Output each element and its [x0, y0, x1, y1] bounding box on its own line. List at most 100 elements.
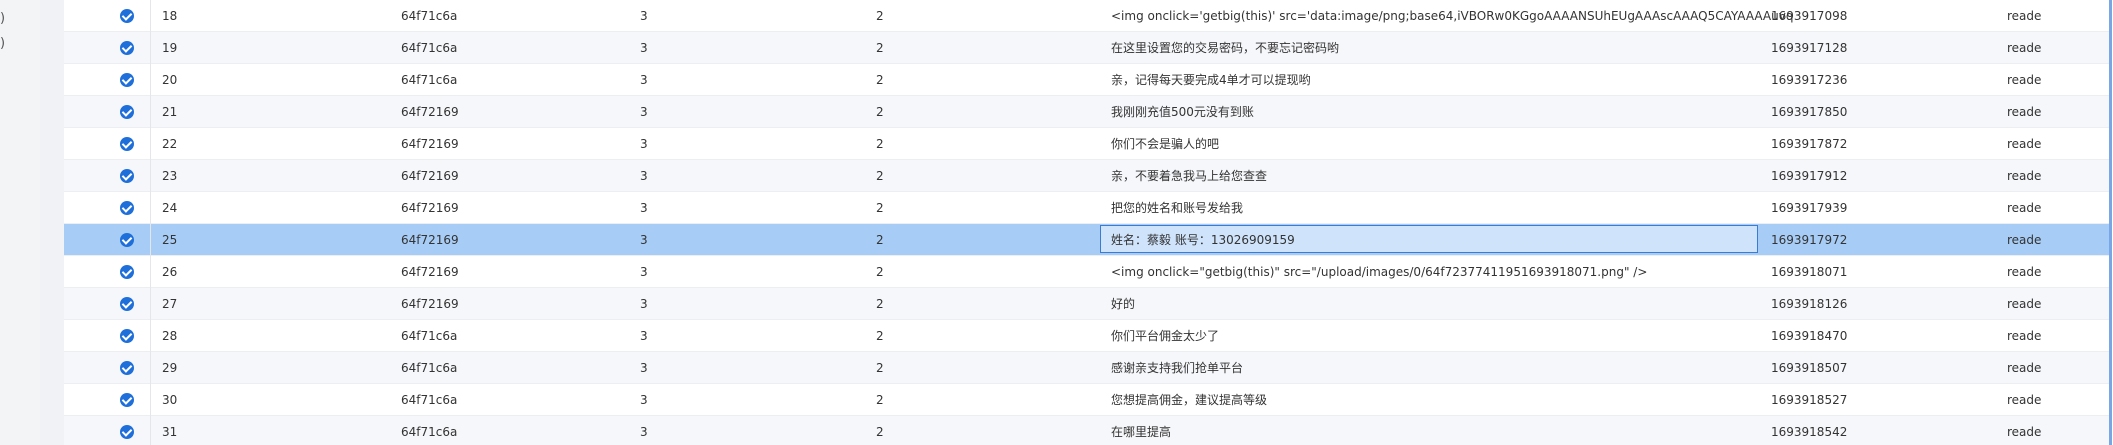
user-id-cell[interactable]: 64f71c6a [401, 64, 601, 96]
flag-cell[interactable]: 2 [876, 224, 976, 256]
timestamp-cell[interactable]: 1693917912 [1771, 160, 1911, 192]
row-select-cell[interactable] [64, 320, 151, 352]
table-row[interactable]: 29 64f71c6a 3 2 感谢亲支持我们抢单平台 1693918507 reade [64, 352, 2109, 384]
user-id-cell[interactable]: 64f72169 [401, 128, 601, 160]
status-cell[interactable]: reade [2007, 416, 2107, 445]
user-id-cell[interactable]: 64f72169 [401, 288, 601, 320]
row-id-cell[interactable]: 31 [162, 416, 312, 445]
checkbox-checked-icon[interactable] [120, 105, 134, 119]
row-id-cell[interactable]: 28 [162, 320, 312, 352]
row-select-cell[interactable] [64, 32, 151, 64]
row-id-cell[interactable]: 25 [162, 224, 312, 256]
table-row[interactable]: 18 64f71c6a 3 2 <img onclick='getbig(this)' … [64, 0, 2109, 32]
row-id-cell[interactable]: 19 [162, 32, 312, 64]
status-cell[interactable]: reade [2007, 384, 2107, 416]
checkbox-checked-icon[interactable] [120, 201, 134, 215]
table-row[interactable]: 27 64f72169 3 2 好的 1693918126 reade [64, 288, 2109, 320]
status-cell[interactable]: reade [2007, 224, 2107, 256]
table-row[interactable]: 22 64f72169 3 2 你们不会是骗人的吧 1693917872 reade [64, 128, 2109, 160]
checkbox-checked-icon[interactable] [120, 425, 134, 439]
flag-cell[interactable]: 2 [876, 32, 976, 64]
type-cell[interactable]: 3 [640, 96, 740, 128]
status-cell[interactable]: reade [2007, 352, 2107, 384]
row-select-cell[interactable] [64, 288, 151, 320]
timestamp-cell[interactable]: 1693918126 [1771, 288, 1911, 320]
timestamp-cell[interactable]: 1693917236 [1771, 64, 1911, 96]
table-row[interactable]: 24 64f72169 3 2 把您的姓名和账号发给我 1693917939 reade [64, 192, 2109, 224]
message-content-cell[interactable]: 姓名：蔡毅 账号：13026909159 [1100, 225, 1758, 253]
status-cell[interactable]: reade [2007, 128, 2107, 160]
row-select-cell[interactable] [64, 128, 151, 160]
flag-cell[interactable]: 2 [876, 0, 976, 32]
checkbox-checked-icon[interactable] [120, 73, 134, 87]
table-row[interactable]: 28 64f71c6a 3 2 你们平台佣金太少了 1693918470 reade [64, 320, 2109, 352]
flag-cell[interactable]: 2 [876, 96, 976, 128]
row-select-cell[interactable] [64, 192, 151, 224]
user-id-cell[interactable]: 64f72169 [401, 192, 601, 224]
row-select-cell[interactable] [64, 224, 151, 256]
timestamp-cell[interactable]: 1693918507 [1771, 352, 1911, 384]
row-id-cell[interactable]: 22 [162, 128, 312, 160]
checkbox-checked-icon[interactable] [120, 297, 134, 311]
message-content-cell[interactable]: 我刚刚充值500元没有到账 [1111, 96, 1807, 128]
message-content-cell[interactable]: 在哪里提高 [1111, 416, 1807, 445]
message-content-cell[interactable]: 在这里设置您的交易密码，不要忘记密码哟 [1111, 32, 1807, 64]
checkbox-checked-icon[interactable] [120, 361, 134, 375]
user-id-cell[interactable]: 64f71c6a [401, 384, 601, 416]
timestamp-cell[interactable]: 1693917939 [1771, 192, 1911, 224]
row-select-cell[interactable] [64, 352, 151, 384]
status-cell[interactable]: reade [2007, 0, 2107, 32]
flag-cell[interactable]: 2 [876, 256, 976, 288]
table-row[interactable]: 30 64f71c6a 3 2 您想提高佣金，建议提高等级 1693918527 reade [64, 384, 2109, 416]
checkbox-checked-icon[interactable] [120, 233, 134, 247]
timestamp-cell[interactable]: 1693917128 [1771, 32, 1911, 64]
row-id-cell[interactable]: 24 [162, 192, 312, 224]
status-cell[interactable]: reade [2007, 32, 2107, 64]
message-content-cell[interactable]: 你们平台佣金太少了 [1111, 320, 1807, 352]
flag-cell[interactable]: 2 [876, 192, 976, 224]
row-select-cell[interactable] [64, 96, 151, 128]
row-select-cell[interactable] [64, 160, 151, 192]
timestamp-cell[interactable]: 1693918071 [1771, 256, 1911, 288]
message-content-cell[interactable]: <img onclick='getbig(this)' src='data:im… [1111, 0, 1807, 32]
user-id-cell[interactable]: 64f72169 [401, 160, 601, 192]
type-cell[interactable]: 3 [640, 352, 740, 384]
row-id-cell[interactable]: 29 [162, 352, 312, 384]
user-id-cell[interactable]: 64f71c6a [401, 352, 601, 384]
checkbox-checked-icon[interactable] [120, 9, 134, 23]
row-select-cell[interactable] [64, 384, 151, 416]
checkbox-checked-icon[interactable] [120, 137, 134, 151]
flag-cell[interactable]: 2 [876, 64, 976, 96]
message-content-cell[interactable]: 亲，记得每天要完成4单才可以提现哟 [1111, 64, 1807, 96]
type-cell[interactable]: 3 [640, 224, 740, 256]
status-cell[interactable]: reade [2007, 96, 2107, 128]
user-id-cell[interactable]: 64f71c6a [401, 32, 601, 64]
row-select-cell[interactable] [64, 0, 151, 32]
row-id-cell[interactable]: 20 [162, 64, 312, 96]
type-cell[interactable]: 3 [640, 0, 740, 32]
checkbox-checked-icon[interactable] [120, 265, 134, 279]
user-id-cell[interactable]: 64f71c6a [401, 0, 601, 32]
message-content-cell[interactable]: 感谢亲支持我们抢单平台 [1111, 352, 1807, 384]
flag-cell[interactable]: 2 [876, 128, 976, 160]
row-select-cell[interactable] [64, 256, 151, 288]
table-row[interactable]: 21 64f72169 3 2 我刚刚充值500元没有到账 1693917850 reade [64, 96, 2109, 128]
vertical-scrollbar[interactable] [2109, 0, 2112, 445]
message-content-cell[interactable]: 把您的姓名和账号发给我 [1111, 192, 1807, 224]
type-cell[interactable]: 3 [640, 128, 740, 160]
type-cell[interactable]: 3 [640, 384, 740, 416]
user-id-cell[interactable]: 64f71c6a [401, 416, 601, 445]
row-id-cell[interactable]: 30 [162, 384, 312, 416]
checkbox-checked-icon[interactable] [120, 41, 134, 55]
timestamp-cell[interactable]: 1693917098 [1771, 0, 1911, 32]
row-id-cell[interactable]: 27 [162, 288, 312, 320]
user-id-cell[interactable]: 64f72169 [401, 96, 601, 128]
type-cell[interactable]: 3 [640, 64, 740, 96]
message-content-cell[interactable]: <img onclick="getbig(this)" src="/upload… [1111, 256, 1807, 288]
checkbox-checked-icon[interactable] [120, 169, 134, 183]
flag-cell[interactable]: 2 [876, 352, 976, 384]
user-id-cell[interactable]: 64f71c6a [401, 320, 601, 352]
message-content-cell[interactable]: 你们不会是骗人的吧 [1111, 128, 1807, 160]
type-cell[interactable]: 3 [640, 160, 740, 192]
flag-cell[interactable]: 2 [876, 416, 976, 445]
